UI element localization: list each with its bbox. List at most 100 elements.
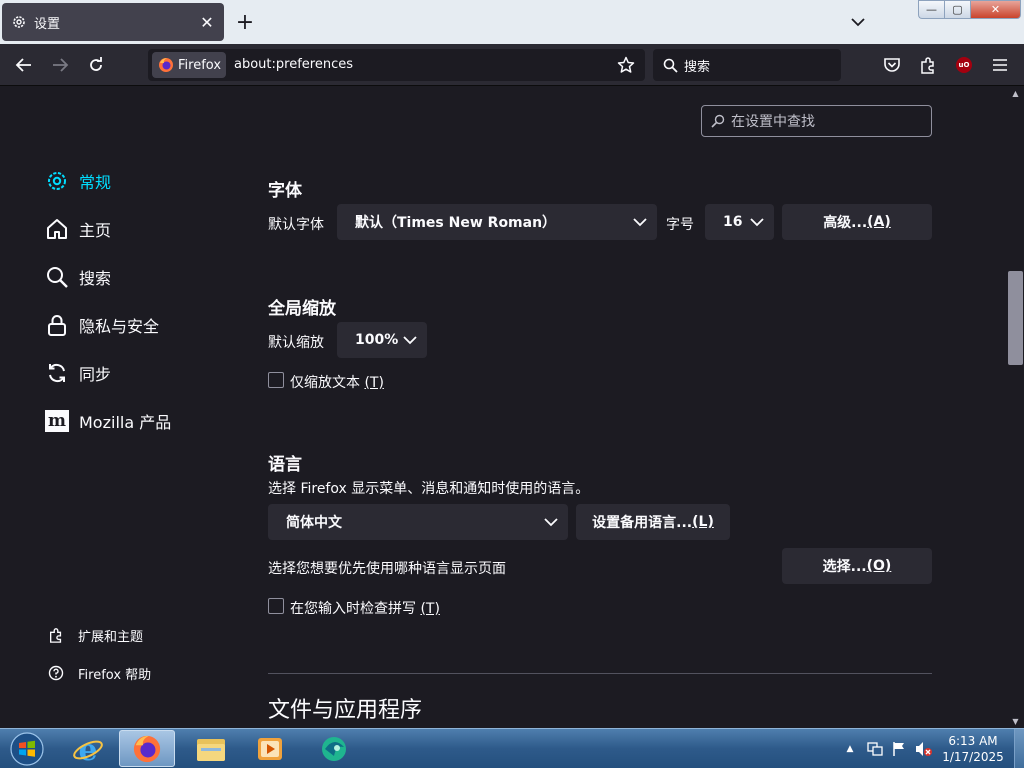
help-link[interactable]: Firefox 帮助 <box>46 662 151 684</box>
maximize-button[interactable]: ▢ <box>944 0 970 19</box>
find-placeholder: 在设置中查找 <box>731 114 815 130</box>
spellcheck-checkbox[interactable] <box>268 598 284 614</box>
scrollbar-thumb[interactable] <box>1008 271 1023 365</box>
addons-link-label: 扩展和主题 <box>78 629 144 645</box>
minimize-button[interactable]: — <box>918 0 944 19</box>
start-button[interactable] <box>5 730 49 768</box>
identity-label: Firefox <box>178 57 222 73</box>
default-zoom-select[interactable]: 100% <box>337 322 427 358</box>
clock-time: 6:13 AM <box>948 734 998 748</box>
preferences-page: 在设置中查找 常规 主页 搜索 隐私与安全 同步 m Mozilla 产品 扩展… <box>0 86 1007 728</box>
tab-settings[interactable]: 设置 ✕ <box>2 3 224 41</box>
taskbar-media-player[interactable] <box>242 730 298 767</box>
category-label: 搜索 <box>79 269 112 288</box>
app-icon <box>322 736 346 761</box>
tab-strip: 设置 ✕ + — ▢ ✕ <box>0 0 1024 44</box>
search-icon <box>44 264 70 290</box>
page-scrollbar[interactable]: ▲ ▼ <box>1007 86 1024 728</box>
fonts-heading: 字体 <box>268 181 302 201</box>
chevron-down-icon <box>633 218 647 227</box>
windows-start-icon <box>10 732 44 766</box>
category-label: 常规 <box>79 173 112 192</box>
search-bar[interactable]: 搜索 <box>653 49 841 81</box>
reload-icon <box>90 57 102 71</box>
home-icon <box>44 216 70 242</box>
close-tab-icon[interactable]: ✕ <box>196 11 218 33</box>
category-general[interactable]: 常规 <box>44 166 111 196</box>
taskbar-app[interactable] <box>306 730 362 767</box>
ui-language-value: 简体中文 <box>286 515 342 531</box>
category-mozilla-products[interactable]: m Mozilla 产品 <box>44 406 171 436</box>
taskbar-clock[interactable]: 6:13 AM 1/17/2025 <box>936 733 1010 765</box>
category-home[interactable]: 主页 <box>44 214 111 244</box>
category-label: 隐私与安全 <box>79 317 160 336</box>
ui-language-select[interactable]: 简体中文 <box>268 504 568 540</box>
language-description: 选择 Firefox 显示菜单、消息和通知时使用的语言。 <box>268 481 590 497</box>
spellcheck-text: 在您输入时检查拼写 <box>290 601 421 617</box>
advanced-fonts-button[interactable]: 高级... (A) <box>782 204 932 240</box>
bookmark-star-button[interactable] <box>614 53 638 77</box>
taskbar-internet-explorer[interactable]: e <box>60 730 116 767</box>
back-button[interactable] <box>11 52 37 78</box>
font-size-label: 字号 <box>666 217 694 233</box>
tab-title: 设置 <box>34 16 61 32</box>
advanced-fonts-accesskey: (A) <box>867 214 891 230</box>
new-tab-button[interactable]: + <box>232 9 258 35</box>
close-window-button[interactable]: ✕ <box>970 0 1021 19</box>
taskbar-file-explorer[interactable] <box>183 730 239 767</box>
arrow-left-icon <box>15 58 31 72</box>
lock-icon <box>44 312 70 338</box>
scroll-up-arrow-icon[interactable]: ▲ <box>1007 86 1024 100</box>
scroll-down-arrow-icon[interactable]: ▼ <box>1007 714 1024 728</box>
default-font-label: 默认字体 <box>268 217 324 233</box>
flag-icon[interactable] <box>889 729 909 768</box>
choose-page-language-accesskey: (O) <box>866 558 892 574</box>
search-icon <box>663 58 678 73</box>
volume-muted-icon[interactable] <box>913 729 935 768</box>
file-explorer-icon <box>197 738 225 761</box>
list-all-tabs-button[interactable] <box>845 9 871 35</box>
category-label: Mozilla 产品 <box>79 413 172 432</box>
spellcheck-accesskey: (T) <box>420 601 440 617</box>
action-center-icon[interactable] <box>865 729 885 768</box>
app-menu-button[interactable] <box>987 52 1013 78</box>
category-sync[interactable]: 同步 <box>44 358 111 388</box>
puzzle-icon <box>921 57 934 74</box>
ublock-icon: uO <box>956 57 972 73</box>
category-privacy[interactable]: 隐私与安全 <box>44 310 159 340</box>
default-zoom-label: 默认缩放 <box>268 335 324 351</box>
font-size-select[interactable]: 16 <box>705 204 774 240</box>
ublock-origin-button[interactable]: uO <box>951 52 977 78</box>
svg-text:e: e <box>78 733 97 765</box>
zoom-text-only-label: 仅缩放文本 (T) <box>290 372 384 392</box>
zoom-text-only-checkbox[interactable] <box>268 372 284 388</box>
default-font-select[interactable]: 默认（Times New Roman） <box>337 204 657 240</box>
page-language-label: 选择您想要优先使用哪种语言显示页面 <box>268 561 506 577</box>
gear-icon <box>13 16 25 28</box>
addons-link[interactable]: 扩展和主题 <box>46 624 143 646</box>
reload-button[interactable] <box>83 52 109 78</box>
forward-button[interactable] <box>47 52 73 78</box>
show-desktop-button[interactable] <box>1014 729 1024 768</box>
zoom-heading: 全局缩放 <box>268 299 336 319</box>
choose-page-language-button[interactable]: 选择... (O) <box>782 548 932 584</box>
clock-date: 1/17/2025 <box>942 750 1004 764</box>
taskbar-firefox[interactable] <box>119 730 175 767</box>
show-hidden-icons-button[interactable]: ▲ <box>842 729 858 768</box>
hamburger-menu-icon <box>993 59 1007 71</box>
category-search[interactable]: 搜索 <box>44 262 111 292</box>
advanced-fonts-label: 高级... <box>823 215 868 231</box>
windows-taskbar: e ▲ 6:13 AM 1/17/2025 <box>0 728 1024 768</box>
chevron-down-icon <box>750 218 764 227</box>
chevron-down-icon <box>544 518 558 527</box>
extensions-button[interactable] <box>915 52 941 78</box>
chevron-down-icon <box>403 336 417 345</box>
url-text[interactable]: about:preferences <box>234 57 353 72</box>
find-in-settings-input[interactable]: 在设置中查找 <box>701 105 932 137</box>
alternative-languages-button[interactable]: 设置备用语言... (L) <box>576 504 730 540</box>
arrow-right-icon <box>53 58 69 72</box>
default-font-value: 默认（Times New Roman） <box>355 215 557 231</box>
pocket-button[interactable] <box>879 52 905 78</box>
sync-icon <box>44 360 70 386</box>
identity-box[interactable]: Firefox <box>152 52 226 78</box>
